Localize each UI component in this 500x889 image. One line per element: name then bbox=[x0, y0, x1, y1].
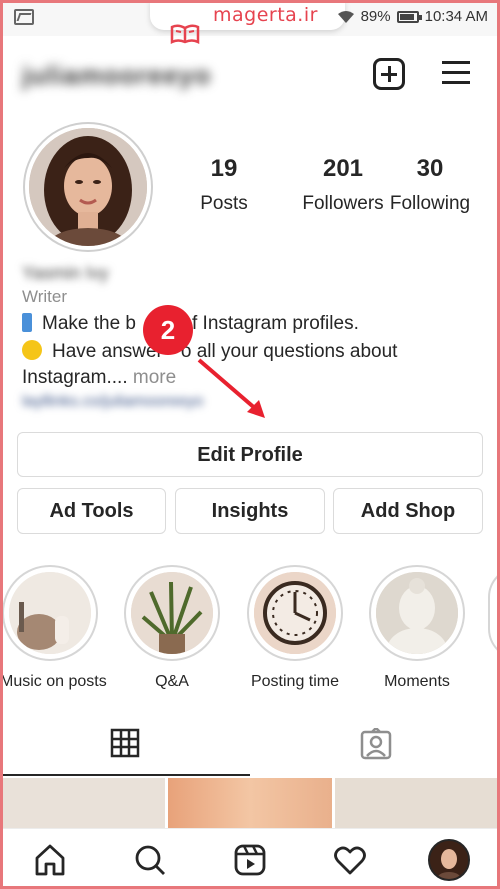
posts-grid bbox=[0, 778, 500, 828]
clock: 10:34 AM bbox=[424, 8, 488, 25]
book-logo-icon bbox=[170, 24, 200, 44]
buddha-image-icon bbox=[376, 572, 458, 654]
status-bar: magerta.ir 89% 10:34 AM bbox=[0, 0, 500, 36]
nerd-emoji-icon bbox=[22, 340, 42, 360]
following-label: Following bbox=[389, 193, 471, 214]
tagged-icon[interactable] bbox=[360, 728, 392, 760]
search-icon[interactable] bbox=[133, 843, 167, 877]
highlight-ring bbox=[369, 565, 465, 661]
annotation-arrow-icon bbox=[197, 358, 265, 418]
reels-icon[interactable] bbox=[233, 843, 267, 877]
profile-header: juliamooreeyo bbox=[0, 44, 500, 104]
create-post-icon[interactable] bbox=[373, 58, 405, 90]
posts-count[interactable]: 19 Posts bbox=[195, 155, 253, 215]
profile-avatar[interactable] bbox=[29, 128, 147, 246]
highlight-posting-time[interactable]: Posting time bbox=[245, 565, 345, 691]
status-indicators: 89% 10:34 AM bbox=[337, 8, 488, 25]
profile-category: Writer bbox=[22, 287, 68, 306]
step-badge: 2 bbox=[143, 305, 193, 355]
highlight-ring bbox=[247, 565, 343, 661]
highlight-ring bbox=[124, 565, 220, 661]
highlight-label: Q&A bbox=[155, 673, 189, 690]
post-thumbnail[interactable] bbox=[167, 778, 333, 828]
add-shop-button[interactable]: Add Shop bbox=[333, 488, 483, 534]
posts-number: 19 bbox=[210, 155, 238, 182]
clock-image-icon bbox=[254, 572, 336, 654]
highlight-ring bbox=[2, 565, 98, 661]
ad-tools-button[interactable]: Ad Tools bbox=[17, 488, 166, 534]
active-tab-indicator bbox=[0, 774, 250, 776]
highlight-label: Posting time bbox=[250, 673, 340, 690]
highlight-music-on-posts[interactable]: Music on posts bbox=[0, 565, 107, 691]
edit-profile-button[interactable]: Edit Profile bbox=[17, 432, 483, 477]
heart-icon[interactable] bbox=[333, 843, 367, 877]
post-thumbnail[interactable] bbox=[335, 778, 500, 828]
avatar-photo-icon bbox=[29, 128, 147, 246]
grid-icon[interactable] bbox=[110, 728, 140, 758]
wifi-icon bbox=[337, 10, 354, 23]
bio-line-3: Instagram.... more bbox=[22, 367, 177, 388]
highlight-partial[interactable] bbox=[488, 567, 500, 659]
bottom-navigation bbox=[0, 828, 500, 889]
bio-more-link[interactable]: more bbox=[133, 367, 176, 388]
following-count[interactable]: 30 Following bbox=[385, 155, 475, 215]
highlight-label: Music on posts bbox=[0, 673, 107, 690]
gallery-notification-icon bbox=[14, 9, 34, 25]
battery-percent: 89% bbox=[360, 8, 391, 25]
highlight-moments[interactable]: Moments bbox=[367, 565, 467, 691]
highlight-qa[interactable]: Q&A bbox=[122, 565, 222, 691]
posts-label: Posts bbox=[200, 193, 248, 214]
nav-avatar-photo-icon bbox=[430, 841, 468, 879]
profile-link[interactable]: layllinks.co/juliamooreeyo bbox=[22, 393, 203, 411]
battery-icon bbox=[396, 10, 422, 23]
highlight-label: Moments bbox=[384, 673, 450, 690]
menu-icon[interactable] bbox=[442, 61, 470, 85]
following-number: 30 bbox=[416, 155, 444, 182]
username[interactable]: juliamooreeyo bbox=[22, 60, 211, 91]
phone-emoji-icon bbox=[22, 313, 32, 332]
vases-image-icon bbox=[9, 572, 91, 654]
post-thumbnail[interactable] bbox=[0, 778, 165, 828]
watermark-text: magerta.ir bbox=[213, 4, 318, 26]
profile-avatar[interactable] bbox=[428, 839, 470, 881]
insights-button[interactable]: Insights bbox=[175, 488, 325, 534]
home-icon[interactable] bbox=[33, 843, 67, 877]
display-name: Yasmin Ivy bbox=[22, 263, 109, 283]
profile-tabs bbox=[0, 718, 500, 776]
plant-image-icon bbox=[131, 572, 213, 654]
